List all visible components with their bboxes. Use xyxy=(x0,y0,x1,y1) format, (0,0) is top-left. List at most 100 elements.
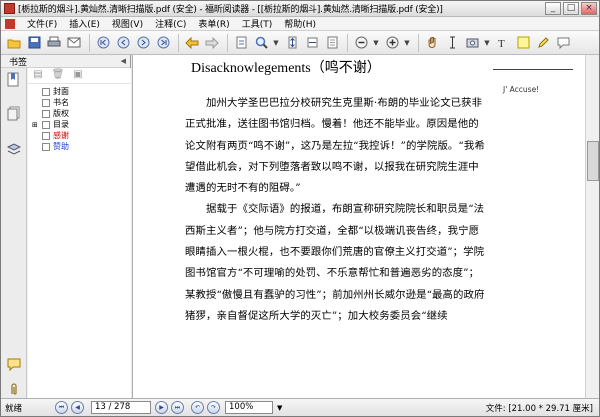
pdf-page: Disacknowlegements（鸣不谢） 加州大学圣巴巴拉分校研究生克里斯… xyxy=(185,57,485,327)
bookmark-page-icon xyxy=(42,131,50,140)
select-text-icon[interactable] xyxy=(443,34,461,52)
menu-form[interactable]: 表单(R) xyxy=(192,17,235,30)
scrollbar-thumb[interactable] xyxy=(587,141,599,181)
layers-tab-icon[interactable] xyxy=(6,142,22,158)
hand-icon[interactable] xyxy=(423,34,441,52)
maximize-button[interactable]: □ xyxy=(563,2,579,15)
toolbar-separator xyxy=(178,33,179,52)
bookmark-panel: ▤ 🗑 ▣ 封面 书名 版权 ⊞ 目录 感谢 赞助 xyxy=(28,68,131,398)
next-page-icon[interactable] xyxy=(134,34,152,52)
chevron-down-icon[interactable]: ▼ xyxy=(403,34,411,52)
prev-page-icon[interactable] xyxy=(114,34,132,52)
bookmark-page-icon xyxy=(42,120,50,129)
save-icon[interactable] xyxy=(25,34,43,52)
menu-view[interactable]: 视图(V) xyxy=(106,17,149,30)
last-page-button[interactable]: ⏭ xyxy=(171,401,184,414)
typewriter-icon[interactable]: T xyxy=(494,34,512,52)
bookmark-options-icon[interactable]: ▤ xyxy=(30,69,46,82)
bookmark-page-icon xyxy=(42,98,50,107)
highlight-icon[interactable] xyxy=(534,34,552,52)
pages-tab-icon[interactable] xyxy=(6,106,22,122)
minimize-button[interactable]: _ xyxy=(545,2,561,15)
new-bookmark-icon[interactable]: ▣ xyxy=(70,69,86,82)
bookmark-item[interactable]: 版权 xyxy=(28,108,131,119)
forward-icon[interactable] xyxy=(203,34,221,52)
sidebar-tabstrip xyxy=(1,68,27,398)
app-logo-icon xyxy=(4,3,15,14)
email-icon[interactable] xyxy=(65,34,83,52)
main-toolbar: ▼ ▼ ▼ ▼ T xyxy=(1,31,599,55)
sidebar-header: 书签 ◀ xyxy=(1,55,130,68)
last-page-icon[interactable] xyxy=(154,34,172,52)
margin-note: J' Accuse! xyxy=(503,85,540,94)
menu-file[interactable]: 文件(F) xyxy=(21,17,63,30)
bookmark-label: 封面 xyxy=(53,87,69,96)
next-page-button[interactable]: ▶ xyxy=(155,401,168,414)
expand-icon[interactable]: ⊞ xyxy=(32,121,42,129)
bookmark-item[interactable]: 感谢 xyxy=(28,130,131,141)
bookmark-tab-icon[interactable] xyxy=(6,72,22,88)
bookmark-page-icon xyxy=(42,142,50,151)
chevron-down-icon[interactable]: ▼ xyxy=(272,34,280,52)
back-icon[interactable] xyxy=(183,34,201,52)
bookmark-label: 版权 xyxy=(53,109,69,118)
first-page-icon[interactable] xyxy=(94,34,112,52)
title-bar: [栃拉斯的烟斗].黄灿然.清晰扫描版.pdf (安全) - 福昕阅读器 - [[… xyxy=(1,1,599,17)
first-page-button[interactable]: ⏮ xyxy=(55,401,68,414)
collapse-sidebar-icon[interactable]: ◀ xyxy=(121,57,126,65)
zoom-field[interactable]: 100% xyxy=(225,401,273,414)
fit-width-icon[interactable] xyxy=(303,34,321,52)
folder-icon[interactable] xyxy=(5,34,23,52)
app-window: [栃拉斯的烟斗].黄灿然.清晰扫描版.pdf (安全) - 福昕阅读器 - [[… xyxy=(0,0,600,417)
toolbar-separator xyxy=(418,33,419,52)
fit-page-icon[interactable] xyxy=(283,34,301,52)
menu-tools[interactable]: 工具(T) xyxy=(236,17,279,30)
vertical-scrollbar[interactable] xyxy=(585,55,599,398)
bookmark-toolbar: ▤ 🗑 ▣ xyxy=(28,68,131,84)
zoom-icon[interactable] xyxy=(252,34,270,52)
chevron-down-icon[interactable]: ▼ xyxy=(483,34,491,52)
attachment-tab-icon[interactable] xyxy=(7,382,22,397)
page-heading: Disacknowlegements（鸣不谢） xyxy=(191,61,381,76)
print-icon[interactable] xyxy=(45,34,63,52)
bookmark-label: 书名 xyxy=(53,98,69,107)
document-view[interactable]: Disacknowlegements（鸣不谢） 加州大学圣巴巴拉分校研究生克里斯… xyxy=(132,55,599,398)
page-number-field[interactable]: 13 / 278 xyxy=(91,401,151,414)
zoom-in-icon[interactable] xyxy=(383,34,401,52)
prev-page-button[interactable]: ◀ xyxy=(71,401,84,414)
document-icon[interactable] xyxy=(5,18,15,29)
toolbar-separator xyxy=(227,33,228,52)
comments-tab-icon[interactable] xyxy=(7,358,22,373)
bookmark-page-icon xyxy=(42,109,50,118)
bookmark-page-icon xyxy=(42,87,50,96)
bookmark-label: 目录 xyxy=(53,120,69,129)
menu-help[interactable]: 帮助(H) xyxy=(278,17,322,30)
document-size: 文件: [21.00 * 29.71 厘米] xyxy=(485,403,593,414)
svg-text:T: T xyxy=(498,38,505,49)
bookmark-item[interactable]: 书名 xyxy=(28,97,131,108)
menu-insert[interactable]: 插入(E) xyxy=(63,17,106,30)
back-view-button[interactable]: ↶ xyxy=(191,401,204,414)
forward-view-button[interactable]: ↷ xyxy=(207,401,220,414)
toolbar-separator xyxy=(89,33,90,52)
zoom-out-icon[interactable] xyxy=(352,34,370,52)
note-icon[interactable] xyxy=(514,34,532,52)
comment-icon[interactable] xyxy=(554,34,572,52)
bookmark-item[interactable]: 封面 xyxy=(28,86,131,97)
sidebar-panel: 书签 ◀ ▤ 🗑 ▣ 封面 书名 版权 ⊞ 目录 感谢 赞助 xyxy=(1,55,131,398)
paragraph: 据载于《交际语》的报道，布朗宣称研究院院长和职员是“法西斯主义者”；他与院方打交… xyxy=(185,203,485,322)
delete-bookmark-icon[interactable]: 🗑 xyxy=(50,69,66,82)
close-button[interactable]: × xyxy=(581,2,597,15)
snapshot-icon[interactable] xyxy=(463,34,481,52)
menu-comment[interactable]: 注释(C) xyxy=(149,17,192,30)
window-title: [栃拉斯的烟斗].黄灿然.清晰扫描版.pdf (安全) - 福昕阅读器 - [[… xyxy=(18,5,443,15)
rotate-icon[interactable] xyxy=(232,34,250,52)
zoom-dropdown-icon[interactable]: ▼ xyxy=(277,404,282,412)
actual-size-icon[interactable] xyxy=(323,34,341,52)
bookmark-item[interactable]: 赞助 xyxy=(28,141,131,152)
bookmark-list: 封面 书名 版权 ⊞ 目录 感谢 赞助 xyxy=(28,84,131,152)
bookmark-item[interactable]: ⊞ 目录 xyxy=(28,119,131,130)
chevron-down-icon[interactable]: ▼ xyxy=(372,34,380,52)
status-bar: 就绪 ⏮ ◀ 13 / 278 ▶ ⏭ ↶ ↷ 100% ▼ 文件: [21.0… xyxy=(1,398,599,416)
bookmark-label: 赞助 xyxy=(53,142,69,151)
